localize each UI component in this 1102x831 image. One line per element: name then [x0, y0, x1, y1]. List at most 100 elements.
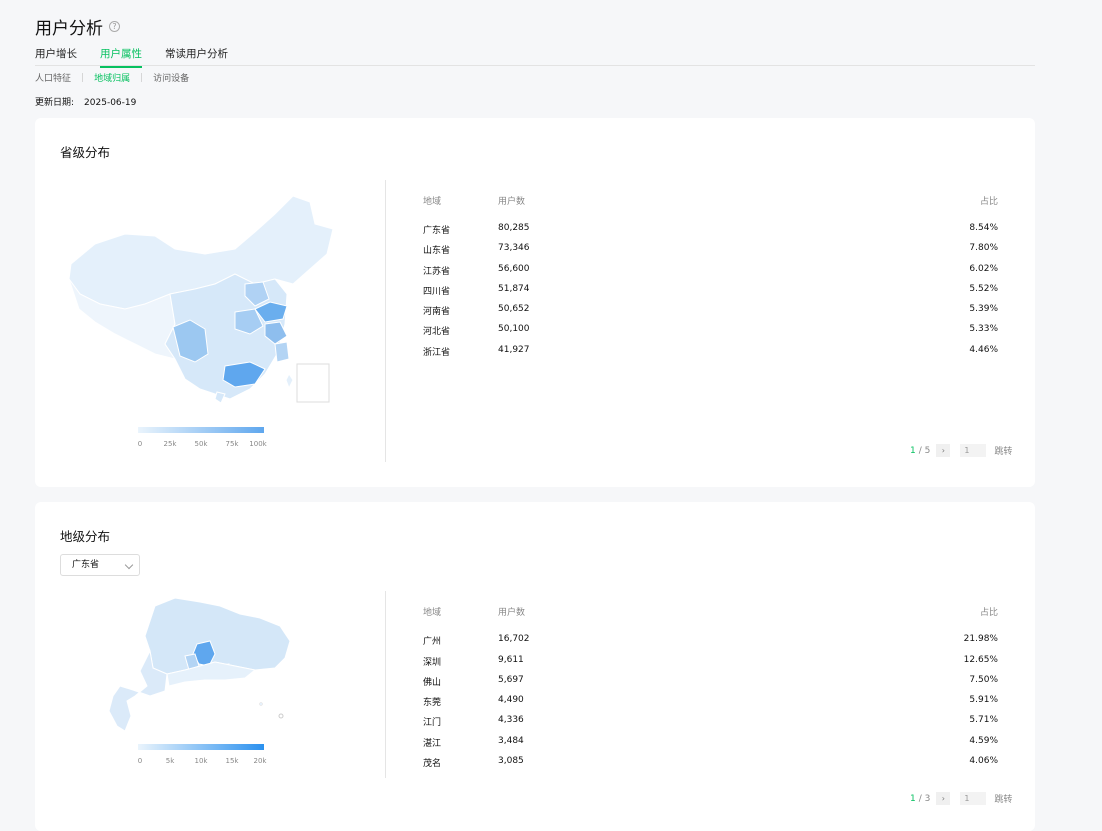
- map-region-zhejiang: [274, 341, 290, 363]
- column-header-region: 地域: [423, 608, 442, 618]
- guangdong-map[interactable]: [105, 596, 295, 736]
- legend-tick: 100k: [249, 440, 267, 448]
- legend-tick: 25k: [163, 440, 177, 448]
- tab-user-growth[interactable]: 用户增长: [35, 46, 77, 66]
- province-distribution-card: 省级分布 0 25k 50k 75k 100k 地域 用户数 占比 广东省 80…: [35, 118, 1035, 487]
- next-page-button[interactable]: ›: [936, 444, 951, 457]
- subtab-demographics[interactable]: 人口特征: [35, 71, 71, 84]
- legend-gradient: [138, 427, 264, 433]
- table-row: 浙江省 41,927 4.46%: [423, 345, 998, 359]
- next-page-button[interactable]: ›: [936, 792, 951, 805]
- cell-region: 江苏省: [423, 267, 451, 277]
- cell-region: 佛山: [423, 678, 442, 688]
- card-divider: [385, 180, 386, 462]
- pagination-total: / 3: [918, 793, 931, 804]
- cell-region: 江门: [423, 718, 442, 728]
- cell-region: 东莞: [423, 698, 442, 708]
- table-row: 江门 4,336 5.71%: [423, 715, 998, 729]
- cell-region: 浙江省: [423, 348, 451, 358]
- legend-tick: 0: [137, 757, 143, 765]
- update-label: 更新日期:: [35, 98, 75, 108]
- table-row: 山东省 73,346 7.80%: [423, 243, 998, 257]
- cell-share: 5.91%: [969, 695, 998, 705]
- city-pagination: 1 / 3 › 1 跳转: [910, 792, 1012, 805]
- legend-tick: 15k: [225, 757, 239, 765]
- card-title: 省级分布: [60, 145, 111, 160]
- table-header: 地域 用户数 占比: [423, 194, 998, 208]
- subtab-divider: |: [81, 72, 85, 83]
- subtab-region[interactable]: 地域归属: [94, 71, 130, 84]
- update-date: 更新日期: 2025-06-19: [35, 95, 136, 108]
- legend-tick: 20k: [253, 757, 267, 765]
- cell-users: 41,927: [498, 345, 530, 355]
- province-select[interactable]: 广东省: [60, 554, 140, 576]
- card-divider: [385, 591, 386, 778]
- table-row: 茂名 3,085 4.06%: [423, 756, 998, 770]
- column-header-users: 用户数: [498, 608, 526, 618]
- page-number-input[interactable]: 1: [960, 792, 987, 805]
- pagination-current: 1: [910, 445, 916, 456]
- cell-share: 5.52%: [969, 284, 998, 294]
- south-china-sea-inset: [296, 363, 330, 403]
- map-island: [259, 702, 263, 706]
- legend-tick: 5k: [165, 757, 175, 765]
- cell-users: 5,697: [498, 675, 524, 685]
- table-header: 地域 用户数 占比: [423, 605, 998, 619]
- main-tabs: 用户增长 用户属性 常读用户分析: [35, 46, 1035, 68]
- cell-share: 4.59%: [969, 736, 998, 746]
- update-value: 2025-06-19: [84, 98, 137, 108]
- subtab-divider: |: [140, 72, 144, 83]
- cell-users: 9,611: [498, 655, 524, 665]
- city-table: 地域 用户数 占比 广州 16,702 21.98% 深圳 9,611 12.6…: [423, 605, 998, 775]
- table-row: 江苏省 56,600 6.02%: [423, 264, 998, 278]
- column-header-users: 用户数: [498, 197, 526, 207]
- question-circle-icon[interactable]: ?: [109, 21, 120, 32]
- china-map[interactable]: [65, 194, 335, 409]
- cell-region: 四川省: [423, 287, 451, 297]
- table-row: 佛山 5,697 7.50%: [423, 675, 998, 689]
- table-row: 河北省 50,100 5.33%: [423, 324, 998, 338]
- cell-users: 56,600: [498, 264, 530, 274]
- cell-share: 7.50%: [969, 675, 998, 685]
- legend-tick: 0: [137, 440, 143, 448]
- column-header-share: 占比: [979, 608, 998, 618]
- cell-users: 4,490: [498, 695, 524, 705]
- title-row: 用户分析 ?: [35, 14, 120, 39]
- jump-button[interactable]: 跳转: [994, 444, 1012, 457]
- cell-region: 深圳: [423, 658, 442, 668]
- cell-users: 80,285: [498, 223, 530, 233]
- card-title: 地级分布: [60, 529, 111, 544]
- cell-share: 8.54%: [969, 223, 998, 233]
- legend-tick: 75k: [225, 440, 239, 448]
- column-header-share: 占比: [979, 197, 998, 207]
- cell-region: 山东省: [423, 246, 451, 256]
- cell-users: 16,702: [498, 634, 530, 644]
- table-row: 四川省 51,874 5.52%: [423, 284, 998, 298]
- table-row: 湛江 3,484 4.59%: [423, 736, 998, 750]
- cell-share: 12.65%: [963, 655, 998, 665]
- subtab-devices[interactable]: 访问设备: [153, 71, 189, 84]
- jump-button[interactable]: 跳转: [994, 792, 1012, 805]
- map-region-hainan: [214, 391, 226, 404]
- cell-share: 21.98%: [963, 634, 998, 644]
- tab-user-attributes[interactable]: 用户属性: [100, 46, 142, 68]
- pagination-current: 1: [910, 793, 916, 804]
- cell-users: 51,874: [498, 284, 530, 294]
- cell-users: 3,484: [498, 736, 524, 746]
- sub-tabs: 人口特征 | 地域归属 | 访问设备: [35, 71, 189, 85]
- cell-region: 河南省: [423, 307, 451, 317]
- cell-users: 73,346: [498, 243, 530, 253]
- cell-region: 湛江: [423, 739, 442, 749]
- map-island: [278, 713, 284, 719]
- pagination-total: / 5: [918, 445, 931, 456]
- page-number-input[interactable]: 1: [960, 444, 987, 457]
- cell-share: 6.02%: [969, 264, 998, 274]
- cell-users: 3,085: [498, 756, 524, 766]
- legend-tick: 50k: [194, 440, 208, 448]
- cell-share: 5.39%: [969, 304, 998, 314]
- cell-users: 4,336: [498, 715, 524, 725]
- column-header-region: 地域: [423, 197, 442, 207]
- table-row: 深圳 9,611 12.65%: [423, 655, 998, 669]
- cell-region: 广东省: [423, 226, 451, 236]
- tab-frequent-readers[interactable]: 常读用户分析: [165, 46, 228, 66]
